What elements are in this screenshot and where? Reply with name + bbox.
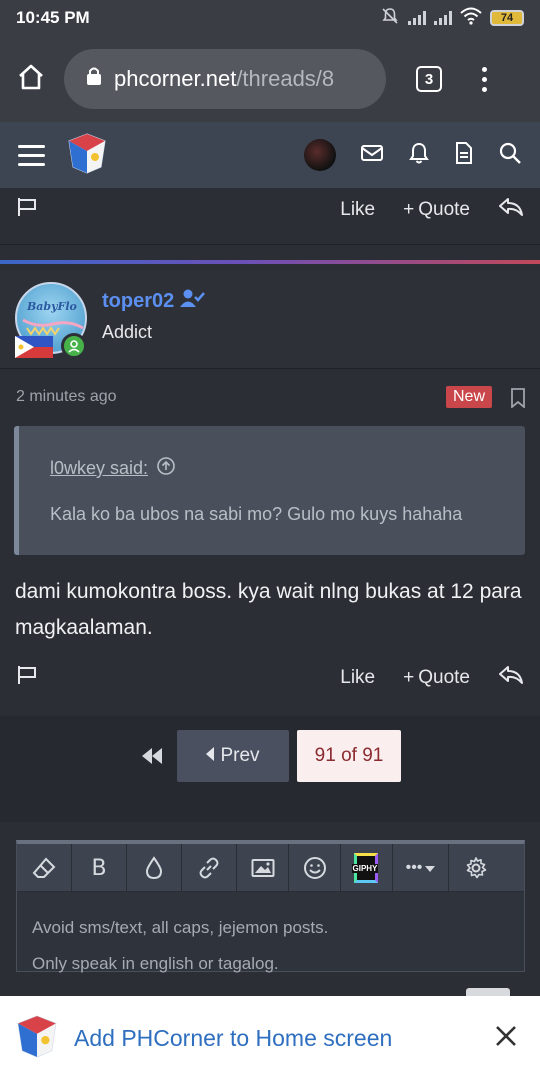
url-host: phcorner.net: [114, 66, 237, 91]
verified-user-icon: [180, 288, 206, 314]
editor-placeholder-line2: Only speak in english or tagalog.: [32, 954, 279, 973]
quote-button[interactable]: + Quote: [403, 667, 470, 689]
color-drop-icon[interactable]: [127, 844, 182, 892]
previous-post-right-actions: Like + Quote: [340, 196, 524, 224]
editor-toolbar: B GIPHY •••: [17, 844, 524, 892]
menu-icon[interactable]: [18, 144, 45, 166]
reply-icon[interactable]: [498, 664, 524, 692]
quote-author: l0wkey said:: [50, 458, 149, 478]
quote-block: l0wkey said: Kala ko ba ubos na sabi mo?…: [14, 426, 525, 555]
plus-icon: +: [403, 199, 415, 220]
report-flag-icon[interactable]: [16, 197, 38, 223]
first-page-icon[interactable]: [140, 746, 164, 771]
battery-icon: 74: [490, 10, 524, 26]
giphy-label: GIPHY: [351, 864, 379, 873]
site-logo: [14, 1013, 60, 1064]
prev-label: Prev: [220, 745, 260, 766]
arrow-up-circle-icon: [156, 456, 176, 481]
quote-text: Kala ko ba ubos na sabi mo? Gulo mo kuys…: [50, 504, 463, 524]
site-header: [0, 122, 540, 188]
browser-menu-icon[interactable]: [482, 66, 487, 92]
site-logo[interactable]: [65, 131, 109, 180]
signal-icon: [408, 11, 426, 25]
close-icon[interactable]: [494, 1024, 518, 1053]
giphy-icon: GIPHY: [351, 853, 382, 883]
wifi-icon: [460, 7, 482, 30]
like-button[interactable]: Like: [340, 667, 375, 689]
tab-switcher-button[interactable]: 3: [416, 66, 442, 92]
caret-down-icon: [425, 859, 436, 877]
url-path: /threads/8: [236, 66, 335, 91]
user-avatar[interactable]: [304, 139, 336, 171]
gear-icon[interactable]: [449, 844, 503, 892]
browser-toolbar: phcorner.net/threads/8 3: [0, 36, 540, 122]
quote-label: Quote: [418, 667, 470, 688]
status-icons: 74: [380, 6, 524, 31]
username-text: toper02: [102, 289, 175, 312]
post-body: dami kumokontra boss. kya wait nlng buka…: [15, 580, 522, 639]
bookmark-icon[interactable]: [510, 388, 526, 413]
bell-icon[interactable]: [408, 141, 430, 170]
new-badge: New: [446, 386, 493, 408]
lock-icon: [86, 66, 102, 92]
previous-post-actions: Like + Quote: [0, 188, 540, 232]
bold-icon[interactable]: B: [72, 844, 127, 892]
giphy-button[interactable]: GIPHY: [341, 844, 393, 892]
philippines-flag-icon: [15, 336, 53, 363]
signal-icon-2: [434, 11, 452, 25]
user-title: Addict: [102, 322, 153, 342]
plus-icon: +: [403, 667, 415, 688]
status-time: 10:45 PM: [16, 8, 90, 27]
search-icon[interactable]: [498, 141, 522, 170]
more-options-button[interactable]: •••: [393, 844, 449, 892]
header-actions: [304, 139, 522, 171]
eraser-icon[interactable]: [17, 844, 72, 892]
quote-button[interactable]: + Quote: [403, 199, 470, 221]
editor-placeholder-line1: Avoid sms/text, all caps, jejemon posts.: [32, 918, 329, 937]
post-actions: Like + Quote: [0, 656, 540, 700]
divider: [0, 244, 540, 245]
like-button[interactable]: Like: [340, 199, 375, 221]
post-separator: [0, 260, 540, 264]
mute-icon: [380, 6, 400, 31]
image-icon[interactable]: [237, 844, 289, 892]
online-status-icon: [61, 333, 87, 359]
report-flag-icon[interactable]: [16, 665, 38, 691]
link-icon[interactable]: [182, 844, 237, 892]
inbox-icon[interactable]: [360, 143, 384, 168]
status-bar: 10:45 PM 74: [0, 0, 540, 36]
home-icon[interactable]: [16, 62, 46, 97]
more-dots-icon: •••: [405, 859, 423, 876]
divider: [0, 368, 540, 369]
poster-username[interactable]: toper02: [102, 288, 206, 314]
reply-editor[interactable]: B GIPHY ••• Avoid sms/text, all caps, je…: [16, 840, 525, 973]
whats-new-icon[interactable]: [454, 141, 474, 170]
post-right-actions: Like + Quote: [340, 664, 524, 692]
caret-left-icon: [206, 745, 215, 767]
quote-author-link[interactable]: l0wkey said:: [50, 456, 176, 481]
quote-label: Quote: [418, 199, 470, 220]
post-timestamp[interactable]: 2 minutes ago: [16, 388, 117, 406]
smiley-icon[interactable]: [289, 844, 341, 892]
banner-label: Add PHCorner to Home screen: [74, 1024, 393, 1051]
address-bar[interactable]: phcorner.net/threads/8: [64, 49, 386, 109]
reply-icon[interactable]: [498, 196, 524, 224]
prev-page-button[interactable]: Prev: [177, 730, 289, 782]
add-to-home-banner[interactable]: Add PHCorner to Home screen: [0, 996, 540, 1080]
page-indicator[interactable]: 91 of 91: [297, 730, 401, 782]
